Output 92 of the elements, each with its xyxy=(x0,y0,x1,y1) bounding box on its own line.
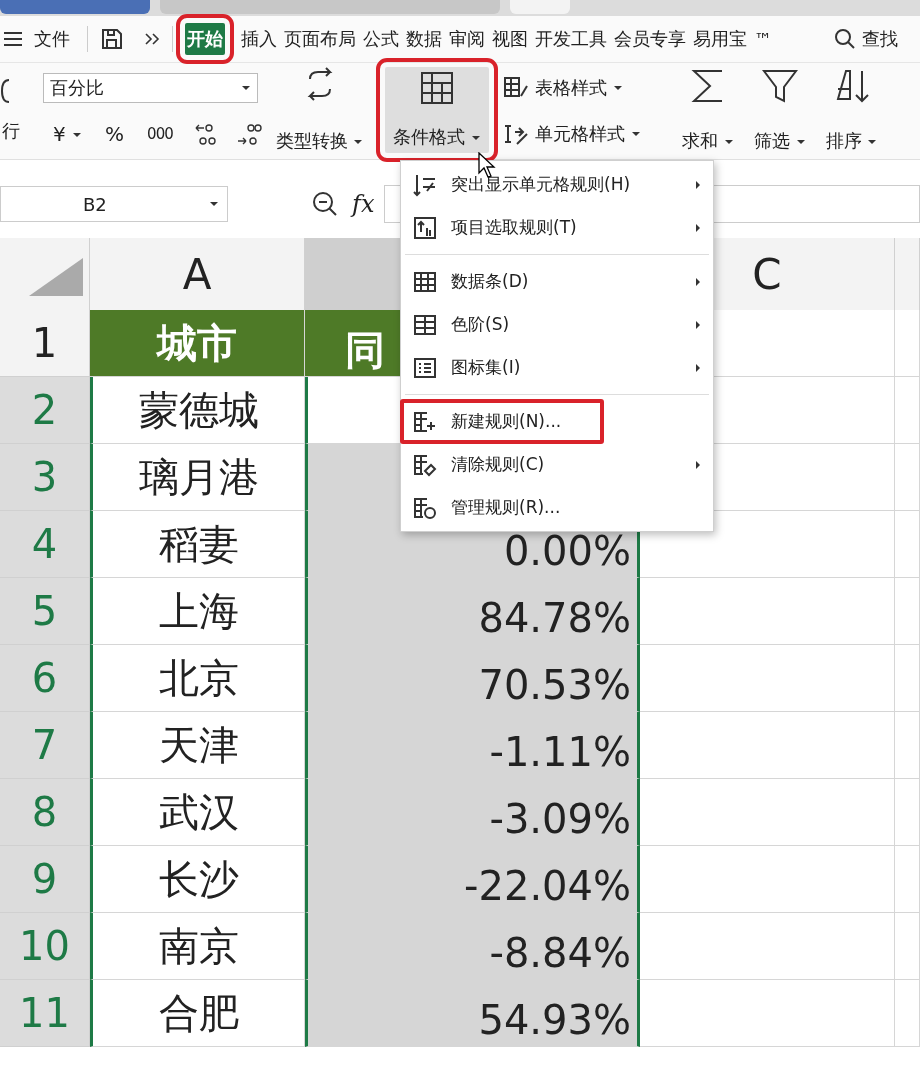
search-button[interactable]: 查找 xyxy=(832,23,900,55)
empty-cell xyxy=(895,444,920,511)
wrap-text-button[interactable]: 行 xyxy=(0,114,22,147)
submenu-arrow-icon xyxy=(695,276,701,287)
new-rule-icon xyxy=(413,409,437,434)
sum-button[interactable]: 求和 xyxy=(678,63,738,159)
table-cell: 70.53% xyxy=(305,645,640,712)
empty-cell xyxy=(895,980,920,1047)
caret-icon xyxy=(613,84,624,92)
caret-icon xyxy=(471,134,482,142)
more-icon[interactable] xyxy=(144,32,160,46)
caret-icon xyxy=(867,138,878,146)
row-header[interactable]: 9 xyxy=(0,846,90,913)
ribbon-tab[interactable]: 会员专享 xyxy=(612,23,688,55)
row-header[interactable]: 11 xyxy=(0,980,90,1047)
table-style-icon xyxy=(503,76,530,100)
menu-item[interactable]: 新建规则(N)... xyxy=(401,400,603,443)
row-header[interactable]: 2 xyxy=(0,377,90,444)
cell-style-icon xyxy=(503,122,530,146)
caret-icon xyxy=(72,131,83,139)
caret-icon xyxy=(723,138,734,146)
caret-icon xyxy=(241,83,251,92)
highlight-rule-icon xyxy=(413,172,437,197)
table-grid-icon xyxy=(420,71,455,105)
empty-cell xyxy=(895,377,920,444)
row-header[interactable]: 7 xyxy=(0,712,90,779)
row-header[interactable]: 6 xyxy=(0,645,90,712)
table-cell: -1.11% xyxy=(305,712,640,779)
empty-cell xyxy=(895,913,920,980)
icon-set-icon xyxy=(413,355,437,380)
submenu-arrow-icon xyxy=(695,319,701,330)
row-header[interactable]: 8 xyxy=(0,779,90,846)
file-menu[interactable]: 文件 xyxy=(32,23,72,55)
ribbon-tab[interactable]: ™ xyxy=(752,24,774,54)
type-convert-button[interactable]: 类型转换 xyxy=(271,63,368,159)
function-label[interactable]: fx xyxy=(352,190,375,218)
table-cell: -8.84% xyxy=(305,913,640,980)
thousands-button[interactable]: 000 xyxy=(145,120,175,147)
column-header[interactable]: A xyxy=(90,238,305,310)
filter-button[interactable]: 筛选 xyxy=(749,63,810,159)
row-header[interactable]: 3 xyxy=(0,444,90,511)
ribbon-tab[interactable]: 视图 xyxy=(490,23,530,55)
table-cell: 54.93% xyxy=(305,980,640,1047)
search-icon xyxy=(834,28,856,50)
ribbon-tab[interactable]: 页面布局 xyxy=(282,23,358,55)
empty-cell xyxy=(895,779,920,846)
row-header[interactable]: 4 xyxy=(0,511,90,578)
name-box[interactable]: B2 xyxy=(0,186,228,222)
ribbon-tab[interactable]: 公式 xyxy=(361,23,401,55)
table-style-button[interactable]: 表格样式 xyxy=(503,72,642,104)
row-header[interactable]: 10 xyxy=(0,913,90,980)
empty-cell xyxy=(895,712,920,779)
menu-item[interactable]: 清除规则(C) xyxy=(401,443,713,486)
manage-rule-icon xyxy=(413,495,437,520)
color-scale-icon xyxy=(413,312,437,337)
sort-button[interactable]: 排序 xyxy=(821,63,882,159)
submenu-arrow-icon xyxy=(695,362,701,373)
submenu-arrow-icon xyxy=(695,222,701,233)
ribbon-tab[interactable]: 插入 xyxy=(239,23,279,55)
row-header[interactable]: 5 xyxy=(0,578,90,645)
percent-button[interactable]: % xyxy=(103,117,127,150)
empty-cell xyxy=(895,846,920,913)
submenu-arrow-icon xyxy=(695,179,701,190)
caret-icon xyxy=(631,130,642,138)
caret-icon xyxy=(353,138,364,146)
caret-icon xyxy=(795,138,806,146)
row-header[interactable]: 1 xyxy=(0,310,90,377)
table-cell: -22.04% xyxy=(305,846,640,913)
caret-icon xyxy=(209,200,219,208)
number-format-value: 百分比 xyxy=(50,75,104,100)
table-cell: -3.09% xyxy=(305,779,640,846)
table-cell: 84.78% xyxy=(305,578,640,645)
save-icon[interactable] xyxy=(100,27,124,51)
ribbon-tab[interactable]: 开发工具 xyxy=(533,23,609,55)
header-cell: 城市 xyxy=(90,310,305,377)
empty-cell xyxy=(895,578,920,645)
currency-button[interactable]: ¥ xyxy=(51,117,85,150)
zoom-icon[interactable] xyxy=(312,191,338,217)
ribbon-tab[interactable]: 审阅 xyxy=(447,23,487,55)
cell-reference: B2 xyxy=(83,193,107,215)
clear-rule-icon xyxy=(413,452,437,477)
menu-item[interactable]: 突出显示单元格规则(H) xyxy=(401,163,713,206)
number-format-dropdown[interactable]: 百分比 xyxy=(43,72,258,103)
ribbon-tab[interactable]: 易用宝 xyxy=(691,23,749,55)
submenu-arrow-icon xyxy=(695,459,701,470)
data-bar-icon xyxy=(413,269,437,294)
cell-style-button[interactable]: 单元格样式 xyxy=(503,118,642,150)
ribbon-tab[interactable]: 数据 xyxy=(404,23,444,55)
filter-icon xyxy=(761,67,798,105)
menu-icon[interactable] xyxy=(2,30,24,48)
empty-cell xyxy=(895,645,920,712)
empty-cell xyxy=(895,511,920,578)
